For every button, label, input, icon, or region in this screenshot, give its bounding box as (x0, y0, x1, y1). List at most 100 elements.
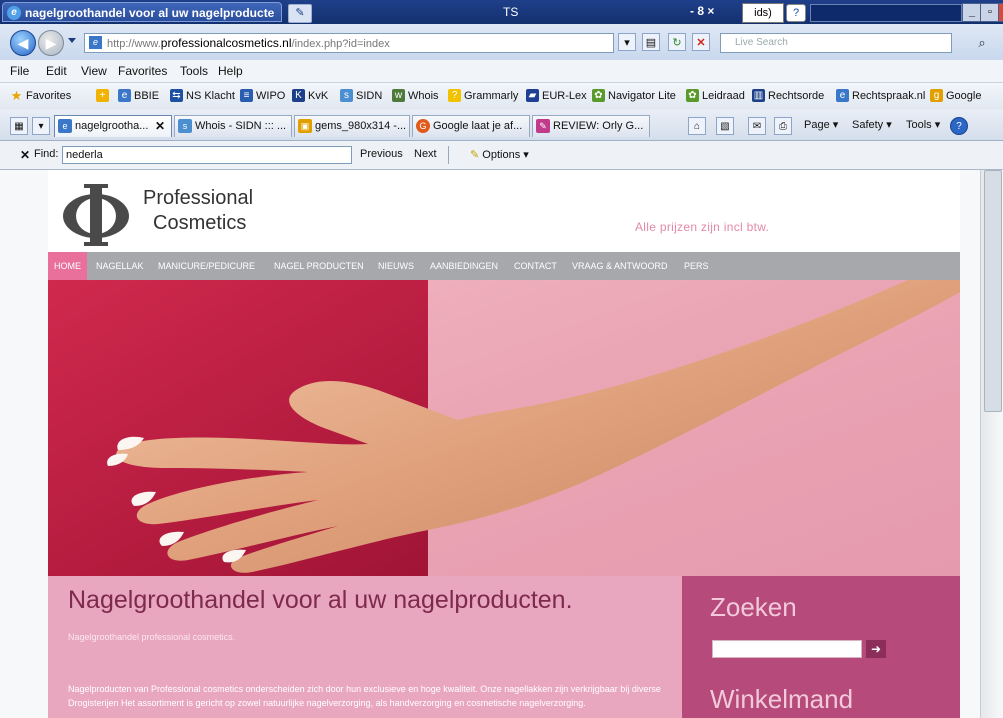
find-next-button[interactable]: Next (414, 148, 437, 160)
tab-list-icon[interactable]: ▾ (32, 117, 50, 135)
menu-favorites[interactable]: Favorites (118, 64, 167, 78)
nav-manicure-pedicure[interactable]: MANICURE/PEDICURE (158, 252, 255, 280)
new-tab-icon[interactable]: ✎ (288, 4, 312, 23)
favorites-button[interactable]: ★ Favorites (10, 89, 72, 102)
fav-eurlex-label: EUR-Lex (542, 89, 587, 102)
site-search-button[interactable]: ➜ (866, 640, 886, 658)
tab-google[interactable]: G Google laat je af... (412, 115, 530, 137)
page-viewport: Professional Cosmetics Alle prijzen zijn… (0, 170, 980, 718)
add-favorite-glyph: + (96, 89, 109, 102)
live-search-input[interactable]: Live Search (720, 33, 952, 53)
tab-close-icon[interactable]: ✕ (155, 116, 165, 136)
menu-view[interactable]: View (81, 64, 107, 78)
fav-navigator-lite[interactable]: ✿ Navigator Lite (592, 89, 676, 102)
fav-kvk[interactable]: K KvK (292, 89, 328, 102)
fav-google[interactable]: g Google (930, 89, 981, 102)
nav-home[interactable]: HOME (48, 252, 87, 280)
feeds-icon[interactable]: ▧ (716, 117, 734, 135)
stop-icon[interactable]: ✕ (692, 33, 710, 51)
nav-contact[interactable]: CONTACT (514, 252, 557, 280)
image-icon: ▣ (298, 119, 312, 133)
sidebar: Zoeken ➜ Winkelmand (682, 576, 960, 718)
google-icon: g (930, 89, 943, 102)
tab-whois-sidn[interactable]: s Whois - SIDN ::: ... (174, 115, 292, 137)
tools-menu[interactable]: Tools ▾ (906, 118, 940, 131)
home-icon[interactable]: ⌂ (688, 117, 706, 135)
tab-review[interactable]: ✎ REVIEW: Orly G... (532, 115, 650, 137)
compat-view-icon[interactable]: ▤ (642, 33, 660, 51)
refresh-icon[interactable]: ↻ (668, 33, 686, 51)
fav-eur-lex[interactable]: ▰ EUR-Lex (526, 89, 587, 102)
address-dropdown-icon[interactable]: ▾ (618, 33, 636, 51)
logo-line-1: Professional (143, 187, 254, 209)
titlebar-active-tab[interactable]: e nagelgroothandel voor al uw nagelprodu… (2, 2, 282, 22)
tab-label: nagelgrootha... (75, 120, 149, 132)
search-icon[interactable]: ⌕ (972, 33, 992, 53)
tab-label: REVIEW: Orly G... (553, 120, 644, 132)
find-input[interactable]: nederla (62, 146, 352, 164)
tab-label: Whois - SIDN ::: ... (195, 120, 287, 132)
help-icon[interactable]: ? (786, 4, 806, 22)
nav-aanbiedingen[interactable]: AANBIEDINGEN (430, 252, 498, 280)
fav-sidn[interactable]: s SIDN (340, 89, 382, 102)
titlebar-ids-box: ids) (742, 3, 784, 23)
close-icon[interactable] (998, 3, 1003, 22)
website: Professional Cosmetics Alle prijzen zijn… (48, 170, 960, 718)
restore-icon[interactable]: ▫ (980, 3, 1000, 22)
menu-tools[interactable]: Tools (180, 64, 208, 78)
tab-label: Google laat je af... (433, 120, 523, 132)
menu-file[interactable]: File (10, 64, 29, 78)
scrollbar-thumb[interactable] (984, 170, 1002, 412)
fav-leidraad[interactable]: ✿ Leidraad (686, 89, 745, 102)
url-prefix: http://www. (107, 38, 161, 50)
tab-gems[interactable]: ▣ gems_980x314 -... (294, 115, 410, 137)
mail-icon[interactable]: ✉ (748, 117, 766, 135)
fav-grammarly[interactable]: ? Grammarly (448, 89, 518, 102)
menu-help[interactable]: Help (218, 64, 243, 78)
page-menu[interactable]: Page ▾ (804, 118, 838, 131)
eurlex-icon: ▰ (526, 89, 539, 102)
titlebar-controls[interactable]: - 8 × (690, 4, 714, 18)
menu-edit[interactable]: Edit (46, 64, 67, 78)
vertical-scrollbar[interactable] (980, 170, 1003, 718)
fav-wipo[interactable]: ≡ WIPO (240, 89, 285, 102)
add-favorite-icon[interactable]: + (96, 89, 109, 102)
fav-ns-klacht[interactable]: ⇆ NS Klacht (170, 89, 235, 102)
logo-wordmark[interactable]: Professional Cosmetics (143, 186, 253, 236)
nav-nieuws[interactable]: NIEUWS (378, 252, 414, 280)
ie-page-icon: e (58, 119, 72, 133)
quick-tabs-icon[interactable]: ▦ (10, 117, 28, 135)
tab-nagelgroothandel[interactable]: e nagelgrootha... ✕ (54, 115, 172, 137)
close-find-icon[interactable]: ✕ (20, 148, 30, 162)
fav-rechtsorde[interactable]: ▥ Rechtsorde (752, 89, 824, 102)
find-previous-button[interactable]: Previous (360, 148, 403, 160)
sidn-icon: s (178, 119, 192, 133)
site-search-input[interactable] (712, 640, 862, 658)
minimize-icon[interactable]: _ (962, 3, 982, 22)
address-toolbar: ◀ ▶ e http://www.professionalcosmetics.n… (0, 24, 1003, 60)
address-input[interactable]: e http://www.professionalcosmetics.nl/in… (84, 33, 614, 53)
back-arrow-icon[interactable]: ◀ (10, 30, 36, 56)
hand-illustration (107, 280, 960, 573)
nav-pers[interactable]: PERS (684, 252, 709, 280)
nav-nagel-producten[interactable]: NAGEL PRODUCTEN (274, 252, 364, 280)
print-icon[interactable]: ⎙ (774, 117, 792, 135)
tab-label: gems_980x314 -... (315, 120, 407, 132)
find-options-button[interactable]: ✎ Options ▾ (470, 148, 529, 161)
page-headline: Nagelgroothandel voor al uw nagelproduct… (68, 586, 573, 614)
fav-whois[interactable]: w Whois (392, 89, 439, 102)
fav-leidraad-label: Leidraad (702, 89, 745, 102)
forward-arrow-icon[interactable]: ▶ (38, 30, 64, 56)
help-icon[interactable]: ? (950, 117, 968, 135)
intro-section: Nagelgroothandel voor al uw nagelproduct… (48, 576, 682, 718)
safety-menu[interactable]: Safety ▾ (852, 118, 892, 131)
menu-bar: File Edit View Favorites Tools Help (0, 60, 1003, 83)
history-dropdown-icon[interactable] (68, 38, 76, 43)
titlebar-dark-block (810, 4, 962, 22)
fav-rechtspraak[interactable]: e Rechtspraak.nl (836, 89, 925, 102)
fav-grammarly-label: Grammarly (464, 89, 519, 102)
nav-vraag-antwoord[interactable]: VRAAG & ANTWOORD (572, 252, 668, 280)
find-options-label: Options ▾ (482, 149, 529, 161)
nav-nagellak[interactable]: NAGELLAK (96, 252, 144, 280)
fav-bbie[interactable]: e BBIE (118, 89, 159, 102)
